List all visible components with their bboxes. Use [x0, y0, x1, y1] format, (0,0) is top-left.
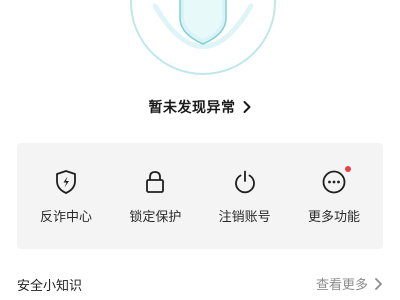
tool-label: 反诈中心 [39, 210, 92, 225]
lock-icon [142, 169, 168, 195]
view-more-label: 查看更多 [315, 278, 368, 293]
power-icon [232, 169, 258, 195]
tool-label: 锁定保护 [129, 210, 182, 225]
security-shield-icon [128, 0, 278, 77]
lock-protection-button[interactable]: 锁定保护 [112, 143, 198, 249]
anti-fraud-shield-icon [53, 169, 79, 195]
security-center-screen: 暂未发现异常 反诈中心 锁定保护 注销账号 更多功能 安全小知识 查看更多 [0, 0, 400, 300]
more-dots-icon [321, 166, 351, 195]
more-features-button[interactable]: 更多功能 [291, 143, 377, 249]
anti-fraud-center-button[interactable]: 反诈中心 [23, 143, 109, 249]
deactivate-account-button[interactable]: 注销账号 [202, 143, 288, 249]
security-tips-header: 安全小知识 查看更多 [0, 272, 400, 296]
tool-label: 更多功能 [307, 210, 360, 225]
scan-status-row[interactable]: 暂未发现异常 [0, 95, 400, 119]
tool-label: 注销账号 [218, 210, 271, 225]
security-tools-card: 反诈中心 锁定保护 注销账号 更多功能 [17, 143, 383, 249]
section-title: 安全小知识 [17, 279, 83, 294]
notification-badge [344, 166, 351, 172]
view-more-link[interactable]: 查看更多 [316, 274, 383, 293]
chevron-right-icon [242, 100, 252, 114]
chevron-right-icon [374, 277, 383, 291]
scan-status-text: 暂未发现异常 [148, 100, 236, 116]
